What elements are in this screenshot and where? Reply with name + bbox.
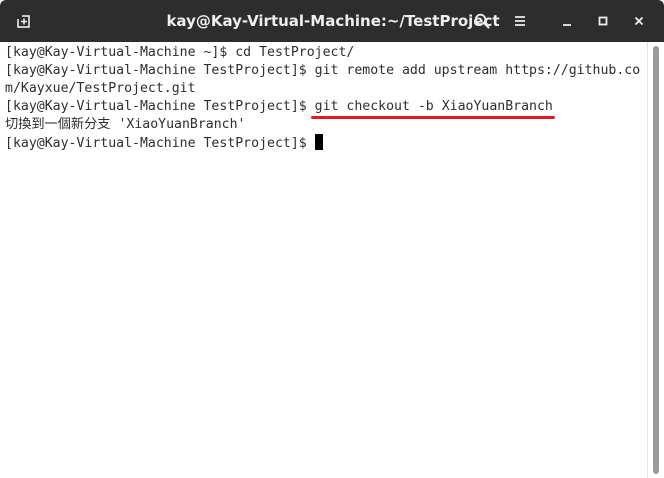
shell-prompt: [kay@Kay-Virtual-Machine TestProject]$ [5, 136, 315, 151]
maximize-icon [598, 16, 608, 26]
terminal-line: [kay@Kay-Virtual-Machine ~]$ cd TestProj… [5, 45, 355, 60]
new-tab-button[interactable] [8, 5, 40, 37]
terminal-window: kay@Kay-Virtual-Machine:~/TestProject [k… [0, 0, 664, 478]
title-bar: kay@Kay-Virtual-Machine:~/TestProject [0, 0, 664, 42]
terminal-line: [kay@Kay-Virtual-Machine TestProject]$ [5, 134, 323, 152]
search-icon [474, 13, 490, 29]
red-annotation-underline [310, 116, 555, 119]
command-text: git checkout -b XiaoYuanBranch [314, 99, 553, 114]
new-tab-icon [16, 13, 30, 28]
maximize-button[interactable] [587, 5, 619, 37]
text-cursor [314, 134, 323, 150]
highlighted-command: git checkout -b XiaoYuanBranch [310, 98, 555, 119]
terminal-line: m/Kayxue/TestProject.git [5, 81, 196, 96]
hamburger-menu-icon [515, 16, 525, 26]
shell-prompt: [kay@Kay-Virtual-Machine TestProject]$ [5, 99, 315, 114]
minimize-icon [563, 24, 571, 26]
close-icon [634, 16, 644, 26]
scrollbar-thumb[interactable] [653, 46, 659, 474]
terminal-output[interactable]: [kay@Kay-Virtual-Machine ~]$ cd TestProj… [0, 42, 648, 478]
terminal-line: 切換到一個新分支 'XiaoYuanBranch' [5, 117, 246, 132]
terminal-line: [kay@Kay-Virtual-Machine TestProject]$ g… [5, 63, 641, 78]
close-button[interactable] [623, 5, 655, 37]
window-title: kay@Kay-Virtual-Machine:~/TestProject [166, 12, 500, 30]
menu-button[interactable] [504, 5, 536, 37]
search-button[interactable] [466, 5, 498, 37]
terminal-line: [kay@Kay-Virtual-Machine TestProject]$ g… [5, 98, 555, 119]
vertical-scrollbar[interactable] [647, 42, 664, 478]
minimize-button[interactable] [551, 5, 583, 37]
